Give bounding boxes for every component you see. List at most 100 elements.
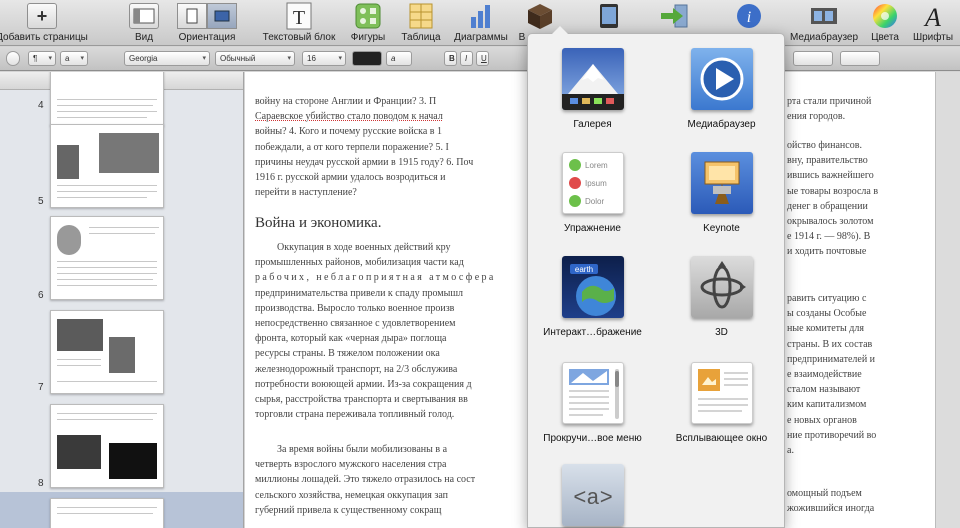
- text-line: железнодорожный транспорт, на 2/3 обслуж…: [255, 363, 458, 375]
- text-line: губерний привела к существенному сокращ: [255, 504, 442, 516]
- portrait-orientation-icon[interactable]: [177, 3, 207, 29]
- right-column-mid-text[interactable]: ойство финансов. вну, правительство ивши…: [787, 138, 932, 260]
- fonts-button[interactable]: A Шрифты: [908, 0, 958, 46]
- view-icon: [129, 3, 159, 29]
- second-paragraph[interactable]: За время войны были мобилизованы в а чет…: [255, 442, 535, 518]
- page-thumbnail-row-selected[interactable]: [0, 492, 243, 528]
- format-options-icon[interactable]: [6, 51, 20, 66]
- left-column-top-text[interactable]: войну на стороне Англии и Франции? 3. П …: [255, 94, 535, 200]
- text-line: ким капитализмом: [787, 399, 867, 411]
- svg-text:i: i: [747, 9, 751, 26]
- widget-html[interactable]: <a>: [528, 464, 657, 526]
- orientation-label: Ориентация: [178, 32, 236, 43]
- text-line: войны? 4. Кого и почему русские войска в…: [255, 126, 442, 138]
- character-style-popup[interactable]: a ▾: [60, 51, 88, 66]
- table-button[interactable]: Таблица: [396, 0, 446, 46]
- text-line: торговли страна переживала топливный гол…: [255, 409, 455, 421]
- page-thumbnail[interactable]: [50, 498, 164, 528]
- widget-interactive-image[interactable]: earth Интеракт…бражение: [528, 256, 657, 338]
- highlight-color-well[interactable]: a: [386, 51, 412, 66]
- widget-label: 3D: [715, 327, 728, 338]
- text-line: 1916 г. русской армии удалось возродитьс…: [255, 172, 446, 184]
- text-line: ившись важнейшего: [787, 170, 874, 182]
- text-line: перейти в наступление?: [255, 187, 357, 199]
- page-thumbnail[interactable]: [50, 124, 164, 208]
- text-line: Оккупация в ходе военных действий кру: [277, 242, 451, 253]
- text-line: равить ситуацию с: [787, 293, 867, 304]
- add-page-icon: +: [27, 3, 57, 29]
- spacing-control[interactable]: [840, 51, 880, 66]
- landscape-orientation-icon[interactable]: [207, 3, 237, 29]
- italic-button[interactable]: I: [460, 51, 473, 66]
- text-line: е новых органов: [787, 414, 857, 426]
- page-thumbnails-sidebar: Книга 4 5 6: [0, 72, 244, 528]
- text-color-well[interactable]: [352, 51, 382, 66]
- page-thumbnail-row[interactable]: 5: [0, 120, 243, 216]
- widget-media[interactable]: Медиабраузер: [657, 48, 786, 130]
- text-line: ойство финансов.: [787, 140, 862, 151]
- widget-popover[interactable]: Всплывающее окно: [657, 362, 786, 444]
- right-column-bottom-text[interactable]: омощный подъем жожившийся иногда: [787, 486, 932, 516]
- page-thumbnail-row[interactable]: 7: [0, 306, 243, 402]
- shapes-button[interactable]: Фигуры: [348, 0, 388, 46]
- text-line: потребности воюющей армии. Из-за сокраще…: [255, 378, 472, 390]
- widget-scrolling-sidebar[interactable]: Прокручи…вое меню: [528, 362, 657, 444]
- add-pages-button[interactable]: + Добавить страницы: [0, 0, 88, 46]
- keynote-icon: [690, 152, 753, 214]
- font-family-popup[interactable]: Georgia ▾: [124, 51, 210, 66]
- page-thumbnail[interactable]: [50, 216, 164, 300]
- bold-button[interactable]: B: [444, 51, 457, 66]
- text-line: причины неудач русской армии в 1915 году…: [255, 156, 474, 168]
- widgets-popover: Галерея Медиабраузер Lorem Ipsum Dolor У…: [527, 26, 786, 528]
- vertical-scrollbar[interactable]: [935, 72, 960, 528]
- widget-gallery[interactable]: Галерея: [528, 48, 657, 130]
- html-icon: <a>: [561, 464, 624, 526]
- review-line-2: Ipsum: [585, 179, 607, 188]
- text-line: ресурсы страны. В тяжелом положении ока: [255, 348, 440, 360]
- page-thumbnail-row[interactable]: 6: [0, 214, 243, 308]
- text-line: ые товары возросла в: [787, 185, 879, 197]
- fonts-icon: A: [923, 3, 941, 30]
- review-line-3: Dolor: [585, 197, 604, 206]
- page-thumbnail-row[interactable]: 8: [0, 400, 243, 496]
- gallery-icon: [561, 48, 624, 110]
- page-thumbnail[interactable]: [50, 310, 164, 394]
- right-column-top-text[interactable]: рта стали причиной ения городов.: [787, 94, 932, 124]
- section-paragraph[interactable]: Оккупация в ходе военных действий кру пр…: [255, 240, 535, 422]
- font-style-popup[interactable]: Обычный ▾: [215, 51, 295, 66]
- page-thumbnail[interactable]: [50, 72, 164, 126]
- underline-button[interactable]: U: [476, 51, 489, 66]
- scrolling-sidebar-icon: [561, 362, 624, 424]
- charts-button[interactable]: Диаграммы: [450, 0, 512, 46]
- widget-3d[interactable]: 3D: [657, 256, 786, 338]
- text-line: рабочих, неблагоприятная атмосфера: [255, 272, 496, 284]
- page-thumbnail[interactable]: [50, 404, 164, 488]
- shapes-label: Фигуры: [350, 32, 386, 43]
- widget-keynote[interactable]: Keynote: [657, 152, 786, 234]
- media-browser-button[interactable]: Медиабраузер: [786, 0, 862, 46]
- alignment-control[interactable]: [793, 51, 833, 66]
- info-icon: i: [737, 4, 761, 28]
- fonts-label: Шрифты: [912, 32, 954, 43]
- textbox-button[interactable]: T Текстовый блок: [257, 0, 341, 46]
- text-line: ние противоречий во: [787, 429, 877, 441]
- paragraph-style-popup[interactable]: ¶ ▾: [28, 51, 56, 66]
- page-number: 5: [38, 196, 44, 207]
- text-line: а.: [787, 445, 794, 457]
- ipad-icon: [600, 4, 618, 28]
- view-button[interactable]: Вид: [118, 0, 170, 46]
- widget-label: Интеракт…бражение: [543, 327, 642, 338]
- font-size-field[interactable]: 16 ▾: [302, 51, 346, 66]
- right-column-low-text[interactable]: равить ситуацию с ы созданы Особые ные к…: [787, 291, 932, 458]
- widget-review[interactable]: Lorem Ipsum Dolor Упражнение: [528, 152, 657, 234]
- colors-label: Цвета: [871, 32, 899, 43]
- orientation-control[interactable]: Ориентация: [172, 0, 242, 46]
- earth-text: earth: [574, 265, 592, 274]
- table-label: Таблица: [401, 32, 441, 43]
- media-browser-icon: [690, 48, 753, 110]
- section-heading[interactable]: Война и экономика.: [255, 215, 381, 232]
- text-line: производства. Выросло только военное про…: [255, 302, 455, 314]
- text-line: окрывалось золотом: [787, 216, 874, 228]
- text-line: е взаимодействие: [787, 369, 862, 381]
- colors-button[interactable]: Цвета: [868, 0, 902, 46]
